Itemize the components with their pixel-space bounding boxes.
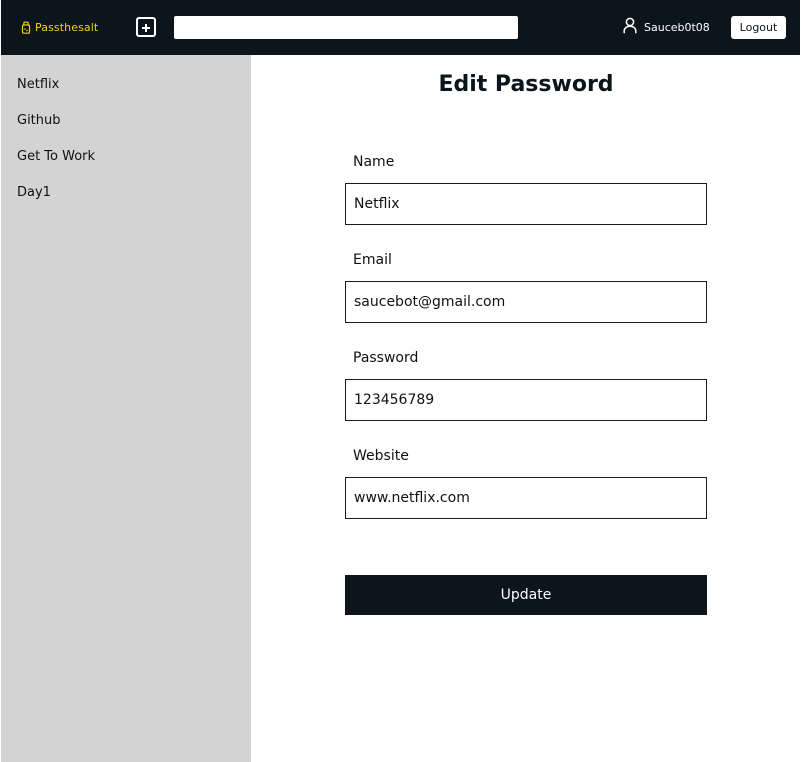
sidebar-item-get-to-work[interactable]: Get To Work bbox=[17, 146, 95, 166]
update-button[interactable]: Update bbox=[345, 575, 707, 615]
app-root: Passthesalt Sauceb0t08 Logout Netflix Gi… bbox=[0, 0, 801, 762]
logout-button[interactable]: Logout bbox=[731, 16, 786, 39]
website-label: Website bbox=[353, 448, 409, 464]
sidebar-item-netflix[interactable]: Netflix bbox=[17, 74, 59, 94]
sidebar-item-day1[interactable]: Day1 bbox=[17, 182, 51, 202]
add-password-button[interactable] bbox=[136, 17, 156, 37]
password-field[interactable] bbox=[345, 379, 707, 421]
user-profile[interactable]: Sauceb0t08 bbox=[623, 17, 710, 37]
brand-logo[interactable]: Passthesalt bbox=[21, 19, 98, 35]
salt-shaker-icon bbox=[21, 21, 31, 34]
password-label: Password bbox=[353, 350, 419, 366]
sidebar: Netflix Github Get To Work Day1 bbox=[1, 55, 251, 762]
email-label: Email bbox=[353, 252, 392, 268]
page-title: Edit Password bbox=[438, 72, 614, 97]
name-field[interactable] bbox=[345, 183, 707, 225]
website-field[interactable] bbox=[345, 477, 707, 519]
sidebar-item-github[interactable]: Github bbox=[17, 110, 61, 130]
name-label: Name bbox=[353, 154, 395, 170]
username: Sauceb0t08 bbox=[644, 20, 710, 34]
user-icon bbox=[623, 17, 637, 37]
top-navbar: Passthesalt Sauceb0t08 Logout bbox=[1, 0, 800, 55]
brand-name: Passthesalt bbox=[35, 20, 99, 34]
email-field[interactable] bbox=[345, 281, 707, 323]
plus-square-icon bbox=[141, 18, 151, 37]
search-input[interactable] bbox=[174, 16, 518, 39]
